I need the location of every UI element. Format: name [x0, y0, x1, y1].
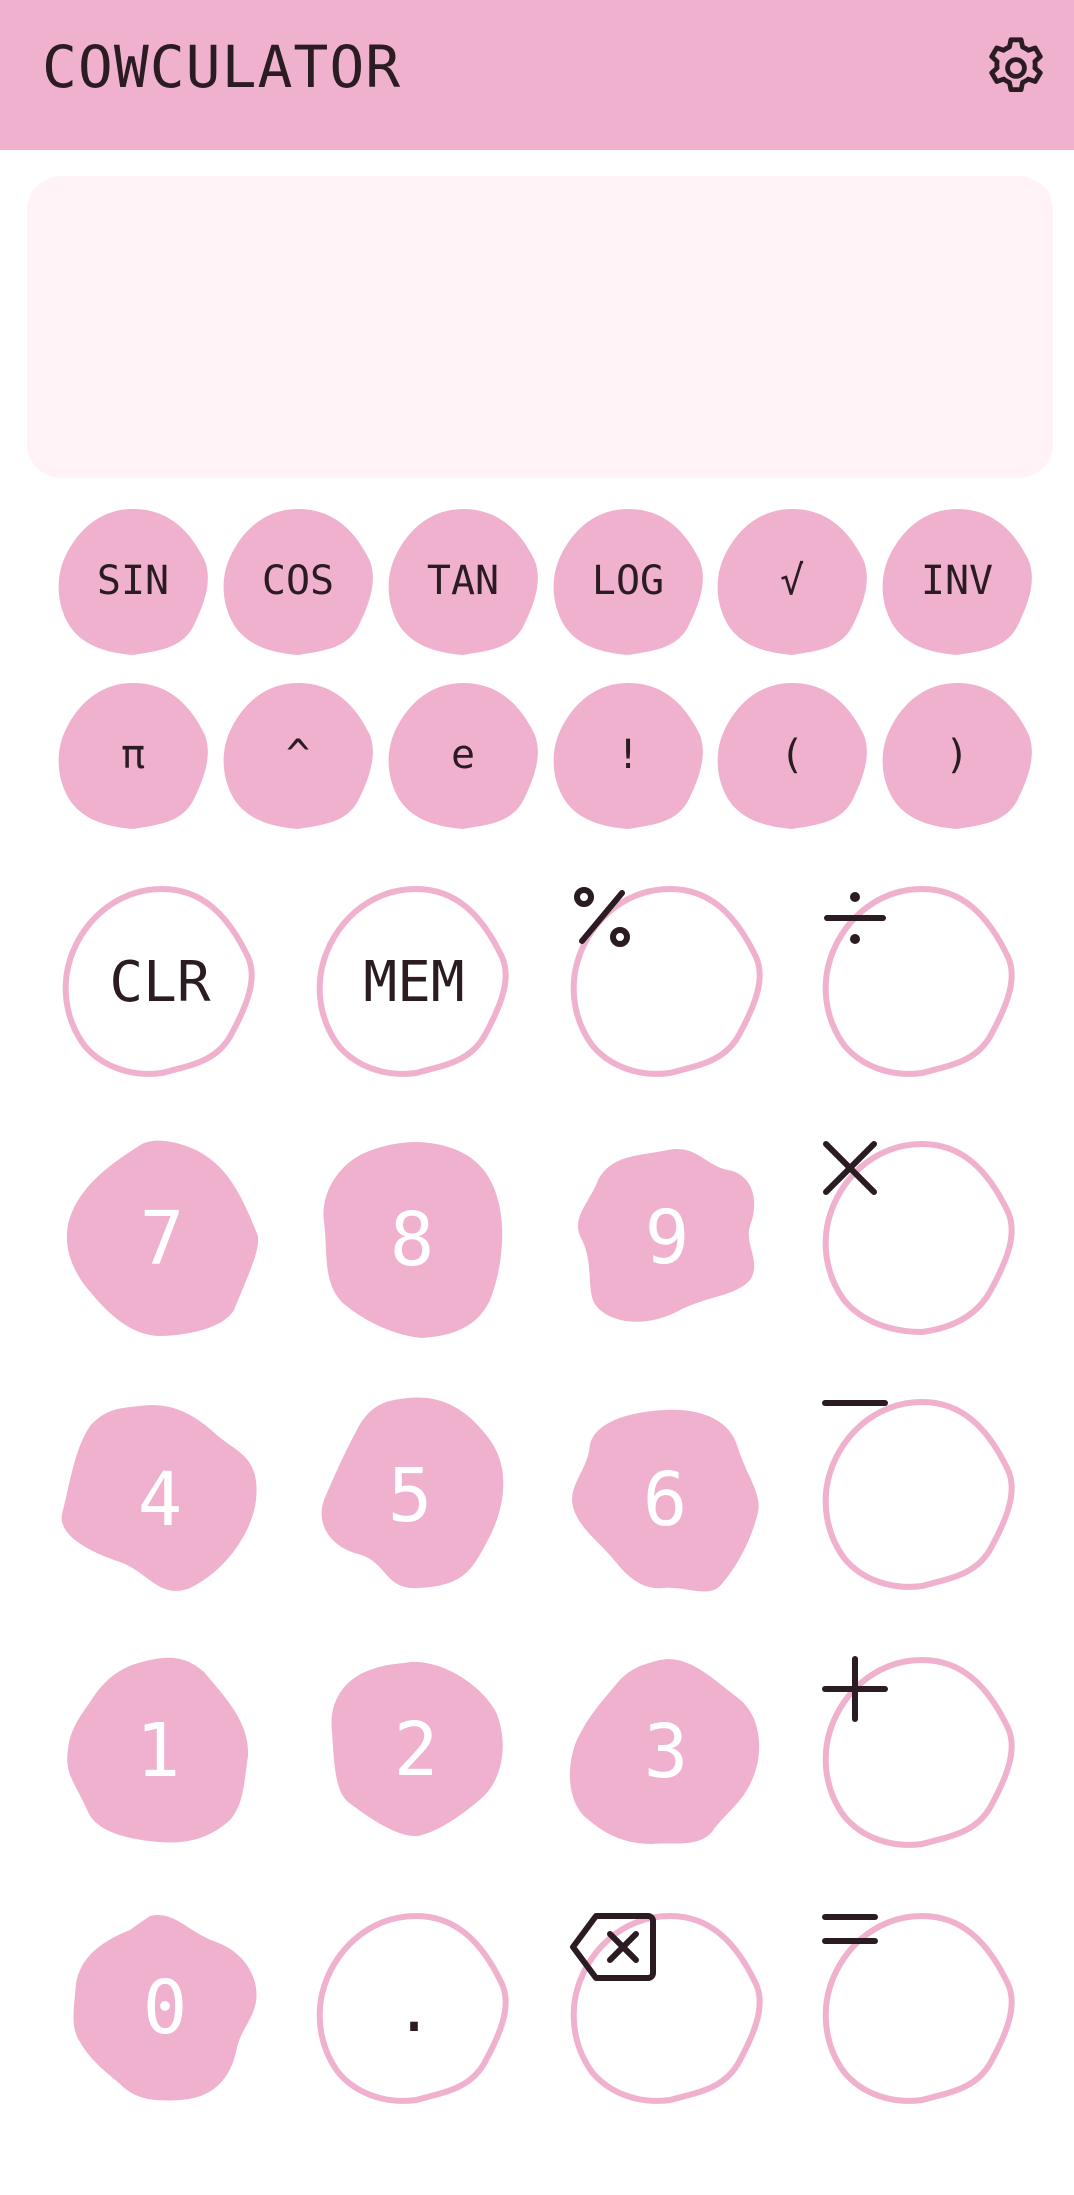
sin-button[interactable]: SIN [57, 507, 209, 655]
calculator-display [27, 176, 1053, 478]
digit-0-button[interactable]: 0 [70, 1912, 260, 2104]
tan-button[interactable]: TAN [387, 507, 539, 655]
factorial-label: ! [615, 732, 641, 778]
decimal-label: . [395, 1972, 433, 2046]
memory-button[interactable]: MEM [316, 885, 512, 1079]
equals-icon [822, 1914, 878, 1944]
percent-button[interactable] [570, 885, 766, 1079]
sqrt-button[interactable]: √ [716, 507, 868, 655]
close-paren-label: ) [944, 732, 970, 778]
divide-button[interactable] [822, 885, 1018, 1079]
digit-9-button[interactable]: 9 [576, 1146, 758, 1330]
sqrt-label: √ [779, 558, 805, 604]
euler-label: e [450, 732, 476, 778]
minus-icon [822, 1400, 888, 1406]
app-title: COWCULATOR [42, 33, 402, 101]
digit-4-label: 4 [137, 1457, 183, 1543]
equals-button[interactable] [822, 1912, 1018, 2106]
factorial-button[interactable]: ! [552, 681, 704, 829]
divide-icon [824, 892, 886, 944]
backspace-icon [570, 1913, 656, 1981]
sin-label: SIN [96, 558, 170, 604]
percent-icon [574, 887, 630, 947]
digit-6-button[interactable]: 6 [568, 1408, 762, 1592]
digit-8-label: 8 [389, 1197, 435, 1283]
inv-label: INV [920, 558, 994, 604]
power-button[interactable]: ^ [222, 681, 374, 829]
digit-3-label: 3 [643, 1709, 689, 1795]
plus-button[interactable] [822, 1656, 1018, 1850]
minus-button[interactable] [822, 1398, 1018, 1592]
app-bar: COWCULATOR [0, 0, 1074, 150]
cos-button[interactable]: COS [222, 507, 374, 655]
digit-4-button[interactable]: 4 [60, 1404, 260, 1596]
clear-button[interactable]: CLR [62, 885, 258, 1079]
digit-7-button[interactable]: 7 [62, 1140, 262, 1338]
inv-button[interactable]: INV [881, 507, 1033, 655]
plus-icon [822, 1656, 888, 1722]
log-button[interactable]: LOG [552, 507, 704, 655]
cos-label: COS [261, 558, 335, 604]
digit-2-button[interactable]: 2 [326, 1660, 506, 1840]
clear-label: CLR [109, 949, 211, 1015]
digit-1-button[interactable]: 1 [64, 1656, 252, 1846]
pi-label: π [120, 732, 146, 778]
settings-button[interactable] [980, 32, 1052, 104]
open-paren-button[interactable]: ( [716, 681, 868, 829]
pi-button[interactable]: π [57, 681, 209, 829]
close-paren-button[interactable]: ) [881, 681, 1033, 829]
digit-0-label: 0 [142, 1965, 188, 2051]
decimal-button[interactable]: . [316, 1912, 512, 2106]
digit-9-label: 9 [644, 1195, 690, 1281]
digit-8-button[interactable]: 8 [318, 1140, 506, 1340]
digit-7-label: 7 [139, 1196, 185, 1282]
log-label: LOG [591, 558, 665, 604]
multiply-icon [823, 1141, 877, 1195]
digit-3-button[interactable]: 3 [568, 1658, 764, 1846]
digit-5-label: 5 [387, 1453, 433, 1539]
power-label: ^ [285, 732, 311, 778]
gear-icon [989, 37, 1043, 92]
memory-label: MEM [363, 949, 465, 1015]
euler-button[interactable]: e [387, 681, 539, 829]
digit-5-button[interactable]: 5 [314, 1396, 506, 1596]
open-paren-label: ( [779, 732, 805, 778]
digit-6-label: 6 [642, 1457, 688, 1543]
multiply-button[interactable] [822, 1140, 1018, 1336]
digit-1-label: 1 [135, 1708, 181, 1794]
backspace-button[interactable] [570, 1912, 766, 2106]
digit-2-label: 2 [393, 1707, 439, 1793]
tan-label: TAN [426, 558, 500, 604]
